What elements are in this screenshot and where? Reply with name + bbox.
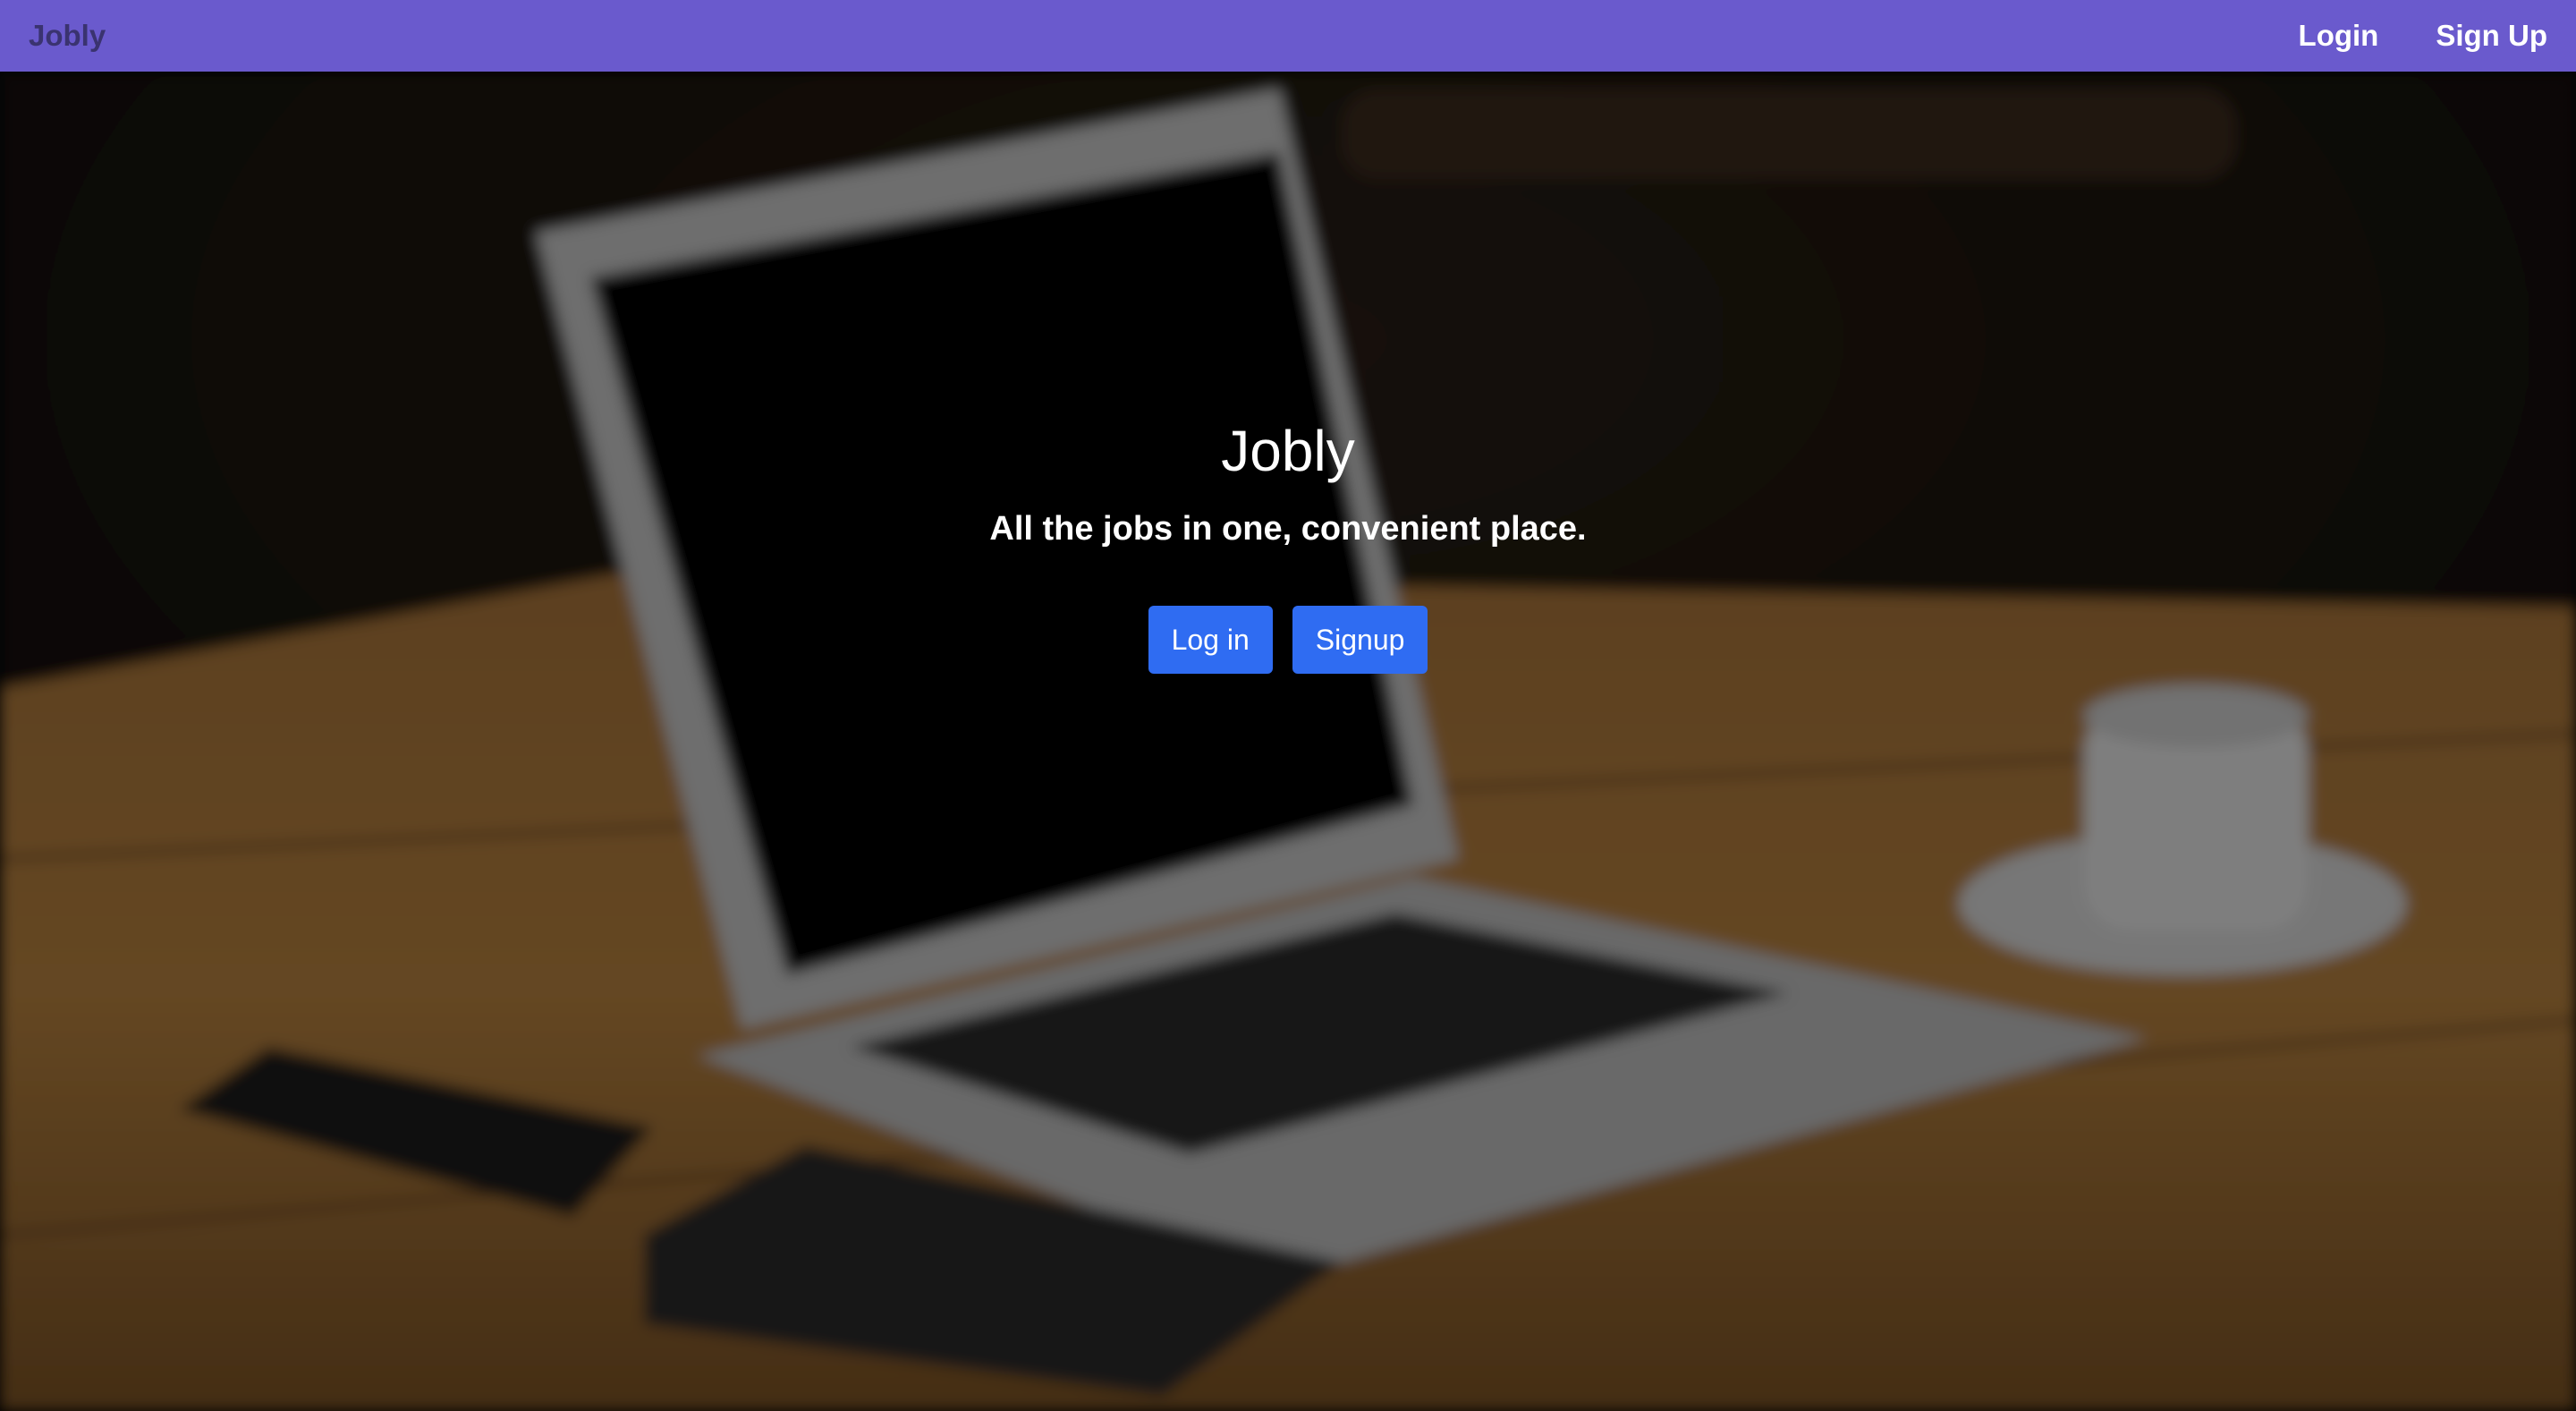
top-navbar: Jobly Login Sign Up [0,0,2576,72]
nav-login-link[interactable]: Login [2299,19,2379,53]
nav-signup-link[interactable]: Sign Up [2436,19,2547,53]
landing-page: Jobly Login Sign Up Jobly All the jobs i… [0,0,2576,1411]
hero-background-image [0,72,2576,1411]
brand-logo-link[interactable]: Jobly [29,19,106,53]
hero-title: Jobly [1221,419,1355,483]
hero-subtitle: All the jobs in one, convenient place. [989,510,1587,548]
hero-button-row: Log in Signup [0,606,2576,674]
signup-button[interactable]: Signup [1292,606,1428,674]
dark-overlay [0,72,2576,1411]
login-button[interactable]: Log in [1148,606,1273,674]
nav-links: Login Sign Up [2299,19,2547,53]
